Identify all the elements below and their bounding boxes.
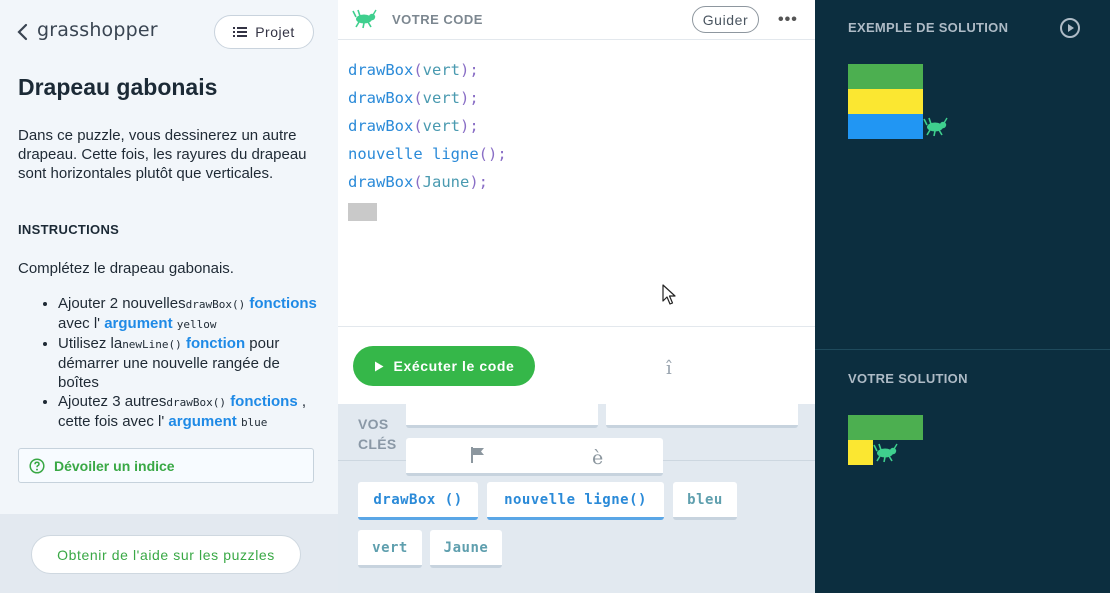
code-line[interactable]: drawBox(Jaune); xyxy=(348,168,507,196)
keys-tab-row: è xyxy=(406,438,663,476)
question-circle-icon xyxy=(29,457,45,474)
puzzle-description: Dans ce puzzle, vous dessinerez un autre… xyxy=(18,127,307,182)
code-function[interactable]: nouvelle ligne xyxy=(348,145,479,163)
code-argument[interactable]: vert xyxy=(423,89,460,107)
your-box-green xyxy=(848,415,923,440)
insertion-slot[interactable] xyxy=(348,203,377,221)
example-solution-title: EXEMPLE DE SOLUTION xyxy=(848,20,1009,35)
instruction-code: newLine() xyxy=(122,338,182,351)
instruction-text: Ajouter 2 nouvelles xyxy=(58,295,186,312)
code-editor-panel: VOTRE CODE Guider ••• drawBox(vert); dra… xyxy=(338,0,815,593)
code-argument[interactable]: vert xyxy=(423,117,460,135)
code-function[interactable]: drawBox xyxy=(348,117,413,135)
instructions-heading: INSTRUCTIONS xyxy=(18,222,120,237)
reveal-hint-button[interactable]: Dévoiler un indice xyxy=(18,448,314,483)
accent-key[interactable]: è xyxy=(592,447,603,469)
example-box-yellow xyxy=(848,89,923,114)
page-title: Drapeau gabonais xyxy=(18,74,218,100)
code-argument[interactable]: Jaune xyxy=(423,173,470,191)
instructions-list: Ajouter 2 nouvellesdrawBox() fonctions a… xyxy=(38,294,318,432)
code-paren: ( xyxy=(413,117,423,135)
code-line[interactable] xyxy=(348,196,507,224)
instruction-text: avec l' xyxy=(58,315,105,332)
divider xyxy=(815,349,1110,350)
example-box-blue xyxy=(848,114,923,139)
instructions-content: grasshopper Projet Drapeau gabonais Dans… xyxy=(0,0,338,514)
run-code-button[interactable]: Exécuter le code xyxy=(353,346,535,386)
keys-area: VOS CLÉS è drawBox () nouvelle ligne() b… xyxy=(338,398,815,593)
instruction-item: Ajoutez 3 autresdrawBox() fonctions , ce… xyxy=(58,392,318,432)
guider-button[interactable]: Guider xyxy=(692,6,759,33)
glossary-link[interactable]: argument xyxy=(104,315,172,332)
code-line[interactable]: drawBox(vert); xyxy=(348,56,507,84)
grasshopper-icon xyxy=(873,443,898,463)
code-header: VOTRE CODE Guider ••• xyxy=(338,0,815,40)
code-function[interactable]: drawBox xyxy=(348,89,413,107)
code-paren: ( xyxy=(413,173,423,191)
grasshopper-logo[interactable]: grasshopper xyxy=(37,19,158,41)
glossary-link[interactable]: fonctions xyxy=(230,393,298,410)
grasshopper-icon xyxy=(923,117,948,137)
instructions-panel: grasshopper Projet Drapeau gabonais Dans… xyxy=(0,0,338,593)
glossary-link[interactable]: fonctions xyxy=(249,295,317,312)
solution-panel: EXEMPLE DE SOLUTION VOTRE SOLUTION xyxy=(815,0,1110,593)
instruction-code: drawBox() xyxy=(185,298,246,311)
code-paren: ); xyxy=(460,89,479,107)
divider xyxy=(338,326,815,327)
key-nouvelle-ligne[interactable]: nouvelle ligne() xyxy=(487,482,664,520)
run-label: Exécuter le code xyxy=(393,358,515,374)
key-tab[interactable] xyxy=(606,398,798,428)
help-footer: Obtenir de l'aide sur les puzzles xyxy=(0,514,338,593)
key-tab[interactable] xyxy=(406,398,598,428)
i-key[interactable]: î xyxy=(666,358,672,379)
instructions-intro: Complétez le drapeau gabonais. xyxy=(18,260,234,277)
instruction-text: Ajoutez 3 autres xyxy=(58,393,167,410)
code-paren: ( xyxy=(478,145,488,163)
keys-label-line: CLÉS xyxy=(358,436,397,452)
glossary-link[interactable]: argument xyxy=(168,413,236,430)
code-paren: ( xyxy=(413,61,423,79)
back-chevron-icon[interactable] xyxy=(14,22,32,42)
projet-label: Projet xyxy=(255,24,295,40)
code-paren: ); xyxy=(460,117,479,135)
instruction-item: Ajouter 2 nouvellesdrawBox() fonctions a… xyxy=(58,294,318,334)
code-paren: ); xyxy=(488,145,507,163)
code-argument[interactable]: vert xyxy=(423,61,460,79)
your-solution-title: VOTRE SOLUTION xyxy=(848,371,968,386)
flag-icon[interactable] xyxy=(468,445,488,465)
code-paren: ( xyxy=(413,89,423,107)
glossary-link[interactable]: fonction xyxy=(186,335,245,352)
puzzle-help-button[interactable]: Obtenir de l'aide sur les puzzles xyxy=(31,535,301,574)
code-header-title: VOTRE CODE xyxy=(392,12,483,27)
code-function[interactable]: drawBox xyxy=(348,61,413,79)
more-options-icon[interactable]: ••• xyxy=(778,11,798,29)
mouse-cursor-icon xyxy=(662,284,676,305)
projet-button[interactable]: Projet xyxy=(214,15,314,49)
keys-label: VOS CLÉS xyxy=(358,414,397,454)
code-paren: ); xyxy=(469,173,489,191)
key-jaune[interactable]: Jaune xyxy=(430,530,502,568)
instruction-code: yellow xyxy=(176,318,217,331)
instruction-code: drawBox() xyxy=(166,396,227,409)
code-line[interactable]: drawBox(vert); xyxy=(348,84,507,112)
code-line[interactable]: drawBox(vert); xyxy=(348,112,507,140)
grasshopper-icon xyxy=(352,9,377,29)
code-area[interactable]: drawBox(vert); drawBox(vert); drawBox(ve… xyxy=(348,56,507,224)
your-box-yellow xyxy=(848,440,873,465)
key-drawbox[interactable]: drawBox () xyxy=(358,482,478,520)
code-function[interactable]: drawBox xyxy=(348,173,413,191)
key-vert[interactable]: vert xyxy=(358,530,422,568)
code-line[interactable]: nouvelle ligne(); xyxy=(348,140,507,168)
hint-label: Dévoiler un indice xyxy=(54,457,175,474)
key-bleu[interactable]: bleu xyxy=(673,482,737,520)
code-paren: ); xyxy=(460,61,479,79)
list-icon xyxy=(233,27,248,37)
example-box-green xyxy=(848,64,923,89)
keys-label-line: VOS xyxy=(358,416,389,432)
instruction-code: blue xyxy=(240,416,268,429)
play-circle-icon[interactable] xyxy=(1059,17,1081,39)
instruction-item: Utilisez lanewLine() fonction pour démar… xyxy=(58,334,318,392)
instruction-text: Utilisez la xyxy=(58,335,123,352)
play-icon xyxy=(374,361,384,371)
